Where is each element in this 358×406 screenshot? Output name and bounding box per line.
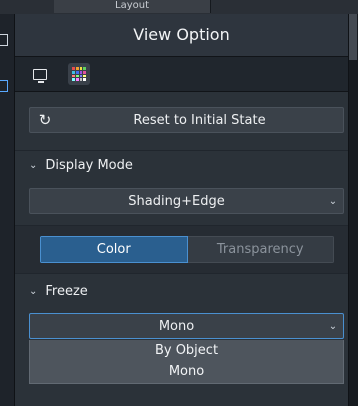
freeze-select[interactable]: Mono ⌄ [29, 313, 344, 339]
freeze-option-by-object[interactable]: By Object [30, 340, 343, 361]
display-mode-section: ⌄ Display Mode Shading+Edge ⌄ [15, 151, 348, 225]
chevron-down-icon: ⌄ [328, 320, 338, 332]
left-side-toolbar [0, 14, 15, 406]
color-settings-button[interactable] [68, 63, 90, 85]
freeze-option-mono[interactable]: Mono [30, 361, 343, 382]
right-scroll-strip [348, 14, 358, 406]
display-mode-header[interactable]: ⌄ Display Mode [29, 158, 133, 173]
color-tab[interactable]: Color [40, 236, 188, 263]
display-mode-value: Shading+Edge [128, 193, 225, 209]
freeze-title: Freeze [45, 284, 88, 299]
display-mode-title: Display Mode [45, 158, 133, 173]
top-tab-bar: Layout [0, 0, 358, 15]
panel-title: View Option [15, 14, 348, 57]
freeze-header[interactable]: ⌄ Freeze [29, 284, 88, 299]
freeze-dropdown-list: By Object Mono [29, 340, 344, 384]
chevron-down-icon: ⌄ [29, 286, 38, 297]
display-mode-select[interactable]: Shading+Edge ⌄ [29, 188, 344, 214]
reset-button-label: Reset to Initial State [133, 112, 266, 128]
tab-layout[interactable]: Layout [54, 0, 211, 13]
scrollbar-thumb[interactable] [349, 14, 357, 60]
monitor-icon [33, 68, 47, 83]
side-tool-active-icon[interactable] [0, 80, 8, 92]
chevron-down-icon: ⌄ [29, 160, 38, 171]
transparency-tab[interactable]: Transparency [187, 236, 334, 263]
color-grid-icon [72, 67, 86, 81]
view-toolbar [15, 57, 348, 92]
freeze-value: Mono [158, 318, 195, 334]
refresh-icon: ↻ [38, 111, 52, 129]
chevron-down-icon: ⌄ [328, 195, 338, 207]
view-option-panel: View Option ↻ Reset to Initial State ⌄ D… [15, 14, 348, 406]
reset-button[interactable]: ↻ Reset to Initial State [29, 107, 344, 133]
reset-section: ↻ Reset to Initial State [15, 92, 348, 150]
display-settings-button[interactable] [29, 63, 51, 85]
color-transparency-toggle: Color Transparency [40, 236, 334, 263]
side-tool-icon[interactable] [0, 34, 8, 46]
